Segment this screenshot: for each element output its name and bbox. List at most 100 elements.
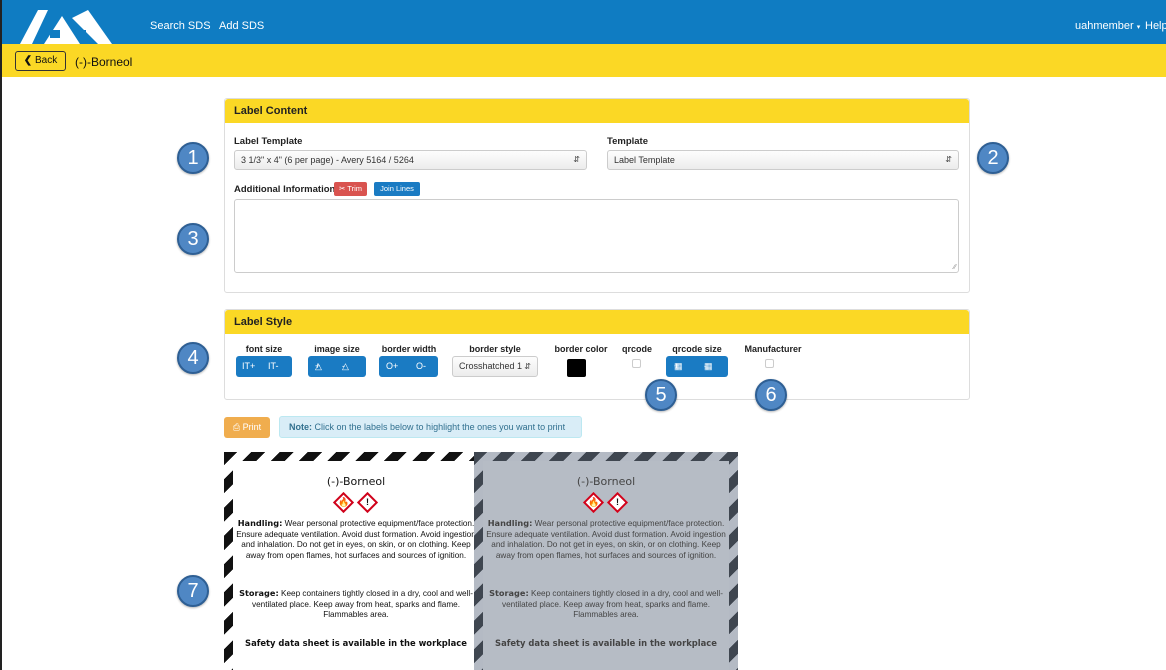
handling-head: Handling: bbox=[237, 518, 283, 528]
qrcode-checkbox[interactable] bbox=[632, 359, 641, 368]
label-preview-body: (-)-Borneol 🔥 ! Handling: Wear personal … bbox=[233, 461, 479, 670]
image-size-increase-button[interactable]: △A++ bbox=[315, 356, 322, 377]
triangle-image-icon: △ bbox=[315, 361, 322, 371]
back-label: Back bbox=[34, 55, 58, 66]
template-label: Template bbox=[607, 136, 649, 147]
image-size-group: △A++ △A-- bbox=[308, 356, 366, 377]
font-size-increase-button[interactable]: IT+ bbox=[242, 356, 255, 377]
nav-add-sds[interactable]: Add SDS bbox=[219, 20, 264, 32]
print-button[interactable]: ⎙ Print bbox=[224, 417, 270, 438]
label-content-header: Label Content bbox=[225, 99, 969, 123]
label-handling-text: Handling: Wear personal protective equip… bbox=[485, 518, 727, 561]
print-note: Note: Click on the labels below to highl… bbox=[279, 416, 582, 438]
join-lines-button[interactable]: Join Lines bbox=[374, 182, 420, 196]
flame-icon: 🔥 bbox=[332, 491, 355, 514]
title-bar bbox=[2, 44, 1166, 77]
exclamation-glyph: ! bbox=[366, 497, 369, 507]
label-footer: Safety data sheet is available in the wo… bbox=[245, 638, 467, 648]
select-arrows-icon: ⇵ bbox=[945, 155, 952, 164]
pictogram-row: 🔥 ! bbox=[483, 491, 729, 515]
user-name: uahmember bbox=[1075, 20, 1134, 32]
user-menu[interactable]: uahmember ▾ bbox=[1075, 20, 1140, 32]
callout-2: 2 bbox=[977, 142, 1009, 174]
storage-body: Keep containers tightly closed in a dry,… bbox=[502, 589, 723, 620]
caret-down-icon: ▾ bbox=[1136, 24, 1141, 31]
storage-head: Storage: bbox=[489, 588, 529, 598]
qrcode-size-group: ▦ + ▦ - bbox=[666, 356, 728, 377]
flame-icon: 🔥 bbox=[582, 491, 605, 514]
select-arrows-icon: ⇵ bbox=[524, 362, 531, 371]
label-style-header: Label Style bbox=[225, 310, 969, 334]
printer-icon: ⎙ bbox=[232, 422, 241, 432]
border-width-label: border width bbox=[381, 344, 437, 354]
resize-handle-icon[interactable]: ∕∕ bbox=[954, 264, 956, 271]
label-template-label: Label Template bbox=[234, 136, 303, 147]
page-title: (-)-Borneol bbox=[75, 55, 133, 69]
app-frame: Search SDS Add SDS uahmember ▾ Help ❮ Ba… bbox=[0, 0, 1166, 670]
font-size-decrease-button[interactable]: IT- bbox=[268, 356, 279, 377]
qr-down-label: - bbox=[704, 361, 707, 371]
chevron-left-icon: ❮ bbox=[23, 55, 33, 66]
exclamation-icon: ! bbox=[606, 491, 629, 514]
border-style-select[interactable]: Crosshatched 1 ⇵ bbox=[452, 356, 538, 377]
additional-info-textarea[interactable]: ∕∕ bbox=[234, 199, 959, 273]
border-width-increase-button[interactable]: O+ bbox=[386, 356, 398, 377]
qrcode-size-label: qrcode size bbox=[672, 344, 722, 354]
font-size-label: font size bbox=[245, 344, 283, 354]
border-width-decrease-button[interactable]: O- bbox=[416, 356, 426, 377]
border-style-label: border style bbox=[469, 344, 521, 354]
label-template-select[interactable]: 3 1/3" x 4" (6 per page) - Avery 5164 / … bbox=[234, 150, 587, 170]
template-value: Label Template bbox=[614, 155, 675, 165]
handling-head: Handling: bbox=[487, 518, 533, 528]
callout-4: 4 bbox=[177, 342, 209, 374]
nav-help[interactable]: Help bbox=[1145, 20, 1166, 32]
label-preview-2[interactable]: (-)-Borneol 🔥 ! Handling: Wear personal … bbox=[474, 452, 738, 670]
label-handling-text: Handling: Wear personal protective equip… bbox=[235, 518, 477, 561]
label-preview-body: (-)-Borneol 🔥 ! Handling: Wear personal … bbox=[483, 461, 729, 670]
print-label: Print bbox=[242, 422, 262, 432]
callout-3: 3 bbox=[177, 223, 209, 255]
triangle-image-icon: △ bbox=[342, 361, 349, 371]
label-style-card: Label Style bbox=[224, 309, 970, 400]
back-button[interactable]: ❮ Back bbox=[15, 51, 66, 71]
manufacturer-label: Manufacturer bbox=[744, 344, 802, 354]
note-text: Click on the labels below to highlight t… bbox=[312, 422, 566, 432]
label-style-title: Label Style bbox=[234, 316, 293, 328]
callout-5: 5 bbox=[645, 379, 677, 411]
select-arrows-icon: ⇵ bbox=[573, 155, 580, 164]
label-chemical-name: (-)-Borneol bbox=[576, 475, 636, 488]
note-bold: Note: bbox=[289, 422, 312, 432]
callout-6: 6 bbox=[755, 379, 787, 411]
border-color-swatch[interactable] bbox=[567, 359, 586, 377]
border-color-label: border color bbox=[554, 344, 608, 354]
image-size-label: image size bbox=[314, 344, 360, 354]
qrcode-label: qrcode bbox=[622, 344, 653, 354]
exclamation-glyph: ! bbox=[616, 497, 619, 507]
label-storage-text: Storage: Keep containers tightly closed … bbox=[485, 588, 727, 621]
manufacturer-checkbox[interactable] bbox=[765, 359, 774, 368]
label-preview-1[interactable]: (-)-Borneol 🔥 ! Handling: Wear personal … bbox=[224, 452, 488, 670]
additional-info-label: Additional Information bbox=[234, 184, 336, 195]
font-size-group: IT+ IT- bbox=[236, 356, 292, 377]
label-storage-text: Storage: Keep containers tightly closed … bbox=[235, 588, 477, 621]
callout-7: 7 bbox=[177, 575, 209, 607]
border-width-group: O+ O- bbox=[379, 356, 438, 377]
exclamation-icon: ! bbox=[356, 491, 379, 514]
template-select[interactable]: Label Template ⇵ bbox=[607, 150, 959, 170]
flame-glyph: 🔥 bbox=[338, 497, 350, 507]
flame-glyph: 🔥 bbox=[588, 497, 600, 507]
storage-body: Keep containers tightly closed in a dry,… bbox=[252, 589, 473, 620]
trim-label: Trim bbox=[347, 184, 362, 193]
pictogram-row: 🔥 ! bbox=[233, 491, 479, 515]
image-size-decrease-button[interactable]: △A-- bbox=[342, 356, 349, 377]
label-chemical-name: (-)-Borneol bbox=[326, 475, 386, 488]
border-style-value: Crosshatched 1 bbox=[459, 361, 523, 371]
top-navbar: Search SDS Add SDS uahmember ▾ Help bbox=[2, 0, 1166, 44]
label-template-value: 3 1/3" x 4" (6 per page) - Avery 5164 / … bbox=[241, 155, 414, 165]
scissors-icon: ✂ bbox=[339, 184, 346, 193]
nav-search-sds[interactable]: Search SDS bbox=[150, 20, 211, 32]
trim-button[interactable]: ✂ Trim bbox=[334, 182, 367, 196]
label-footer: Safety data sheet is available in the wo… bbox=[495, 638, 717, 648]
uah-logo[interactable] bbox=[14, 0, 132, 44]
label-content-title: Label Content bbox=[234, 105, 308, 117]
